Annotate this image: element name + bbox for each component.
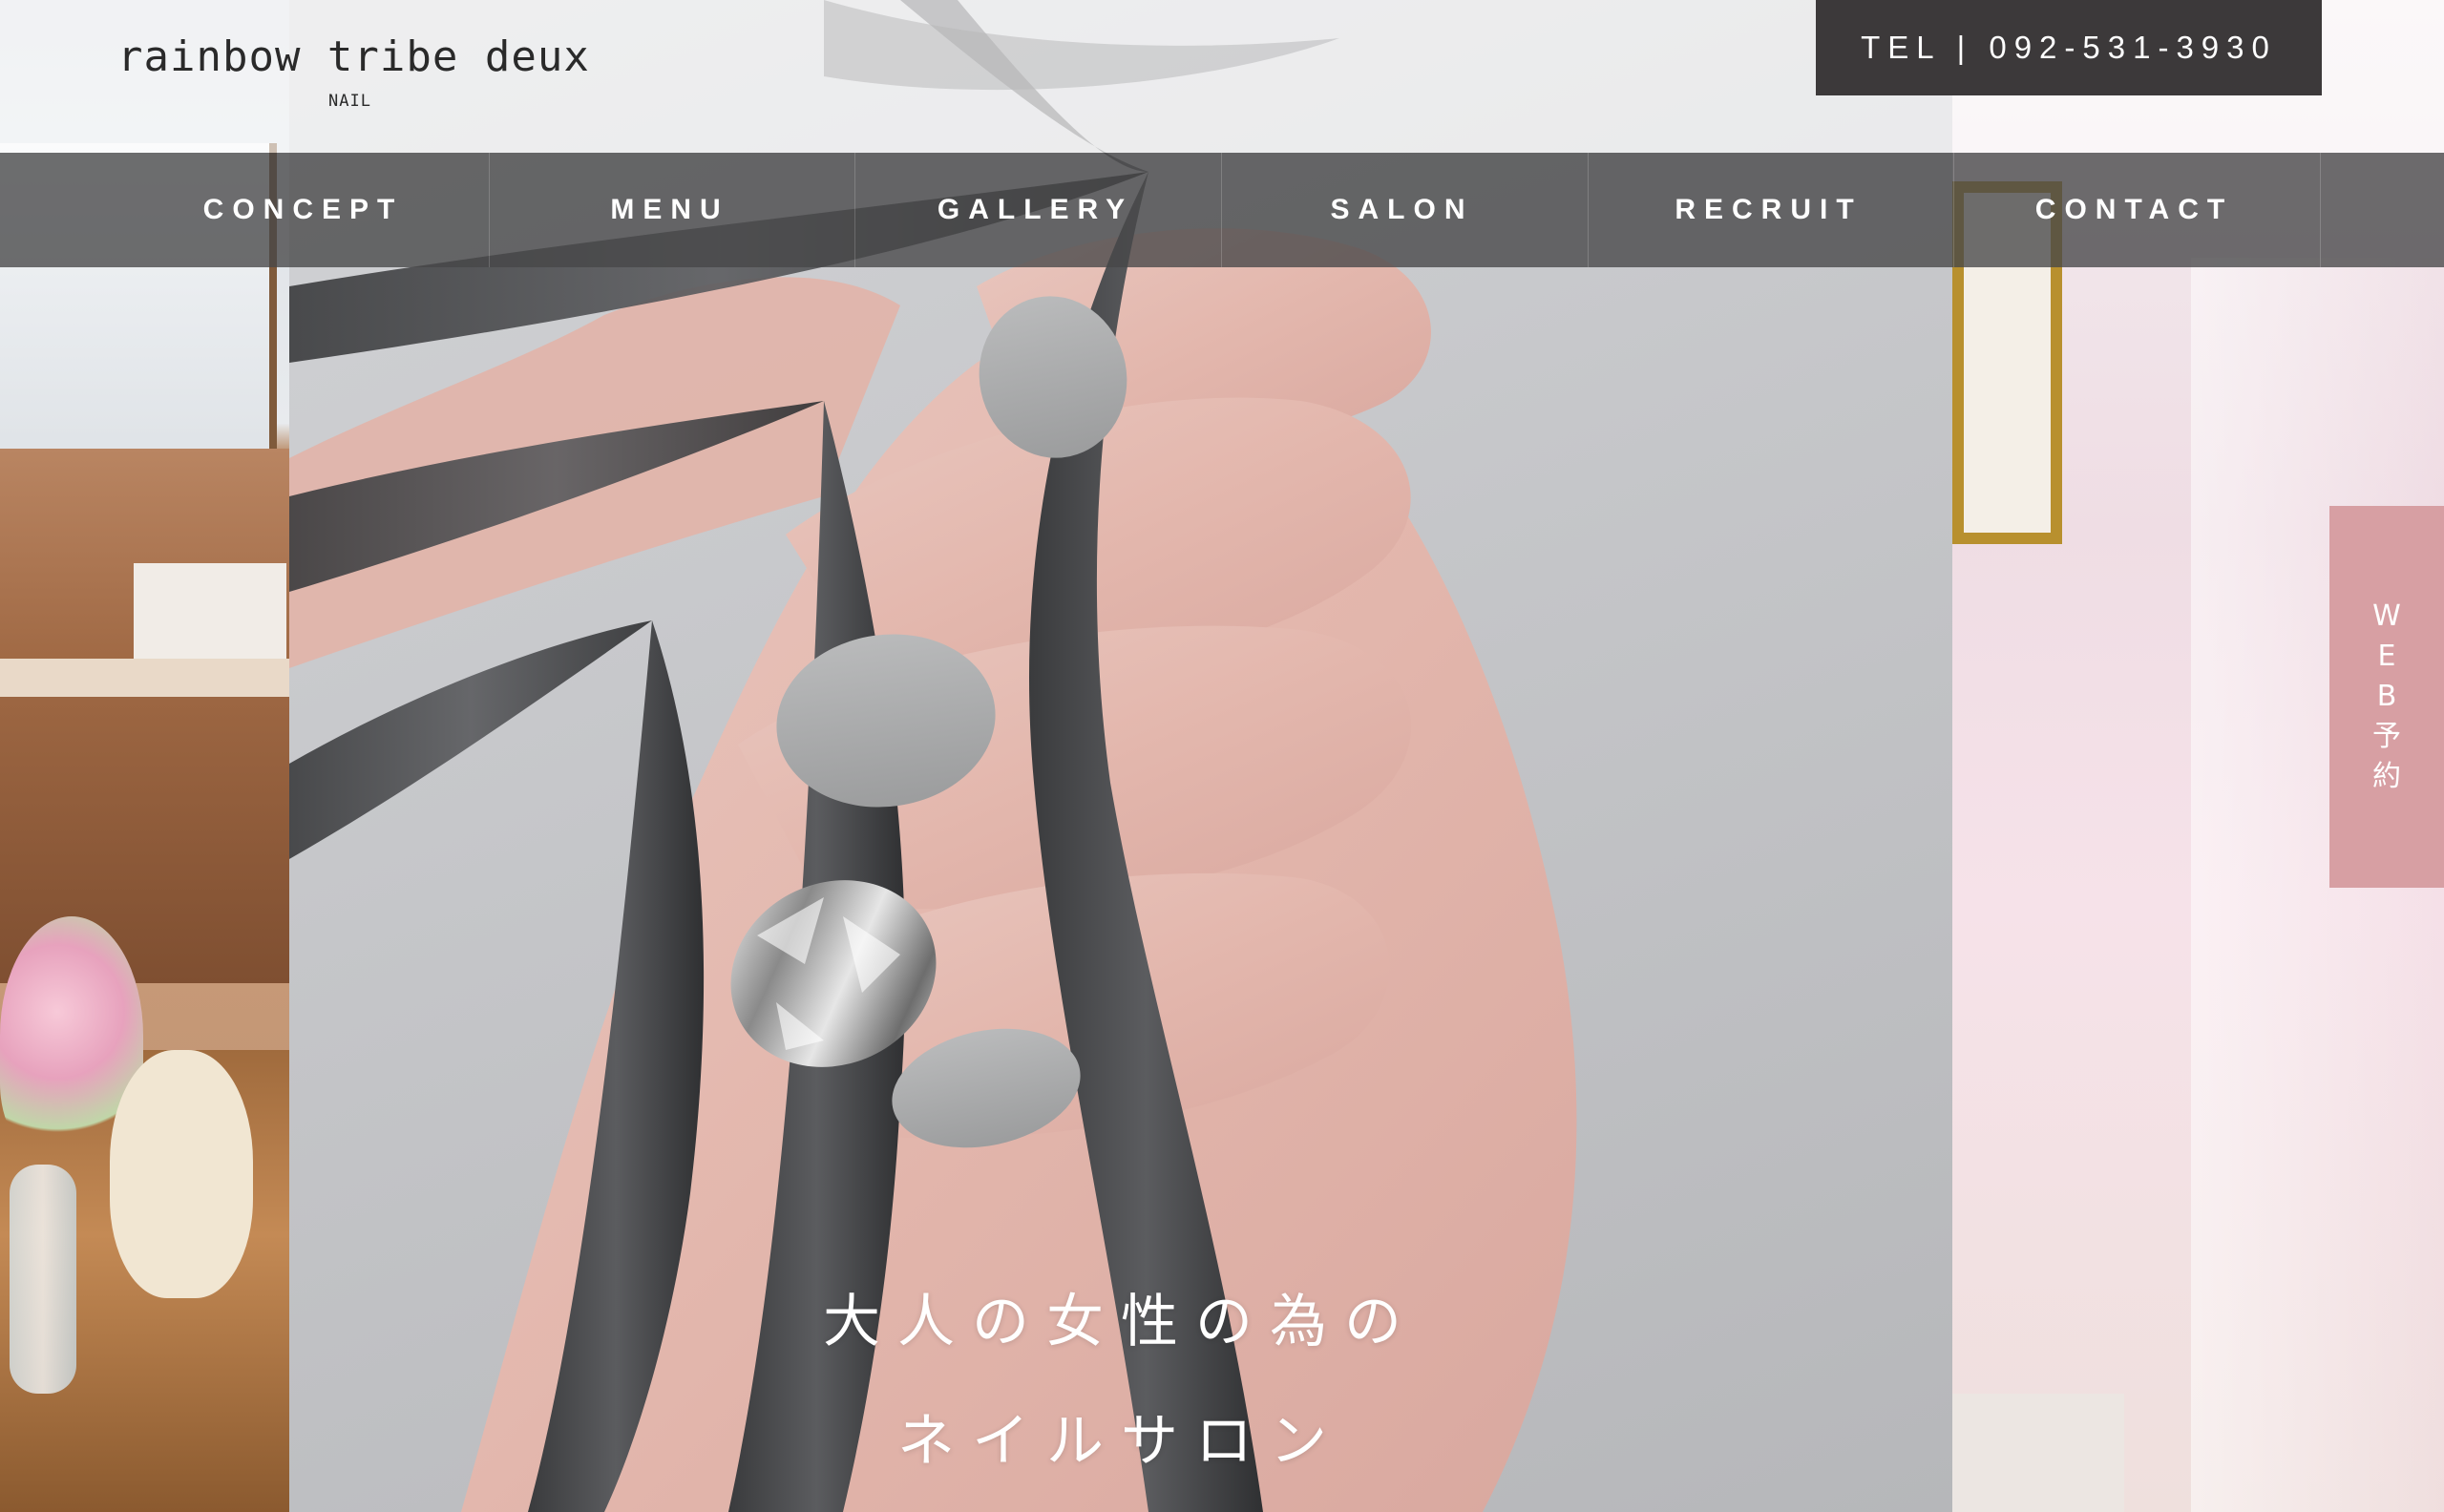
nav-recruit[interactable]: RECRUIT (1586, 153, 1951, 267)
counter-top (0, 659, 289, 697)
nav-concept[interactable]: CONCEPT (120, 153, 486, 267)
web-reservation-tab[interactable]: W E B 予 約 (2329, 506, 2444, 888)
salon-counter (0, 449, 289, 983)
reserve-char: W (2372, 599, 2401, 633)
nail-display-shelf (134, 563, 286, 659)
reserve-char: 予 (2372, 720, 2401, 753)
logo-subtitle: NAIL (328, 92, 371, 111)
side-shelf (1952, 1394, 2124, 1512)
reserve-char: 約 (2372, 760, 2401, 793)
main-nav: CONCEPT MENU GALLERY SALON RECRUIT CONTA… (0, 153, 2444, 267)
nav-salon[interactable]: SALON (1219, 153, 1585, 267)
reserve-char: B (2376, 680, 2397, 713)
hero-headline-line1: 大人の女性の為の (823, 1289, 1419, 1355)
tel-button[interactable]: TEL | 092-531-3930 (1816, 0, 2322, 95)
nav-gallery[interactable]: GALLERY (853, 153, 1218, 267)
glass-vase (10, 1165, 76, 1394)
nav-contact[interactable]: CONTACT (1951, 153, 2317, 267)
header: rainbow tribe deux NAIL TEL | 092-531-39… (0, 0, 2444, 153)
hero-headline-line2: ネイルサロン (897, 1408, 1344, 1475)
logo-text[interactable]: rainbow tribe deux (117, 32, 590, 81)
reserve-char: E (2377, 640, 2396, 673)
nav-menu[interactable]: MENU (487, 153, 853, 267)
nav-separator (2320, 153, 2321, 267)
rattan-bunny-ornament (110, 1050, 253, 1298)
